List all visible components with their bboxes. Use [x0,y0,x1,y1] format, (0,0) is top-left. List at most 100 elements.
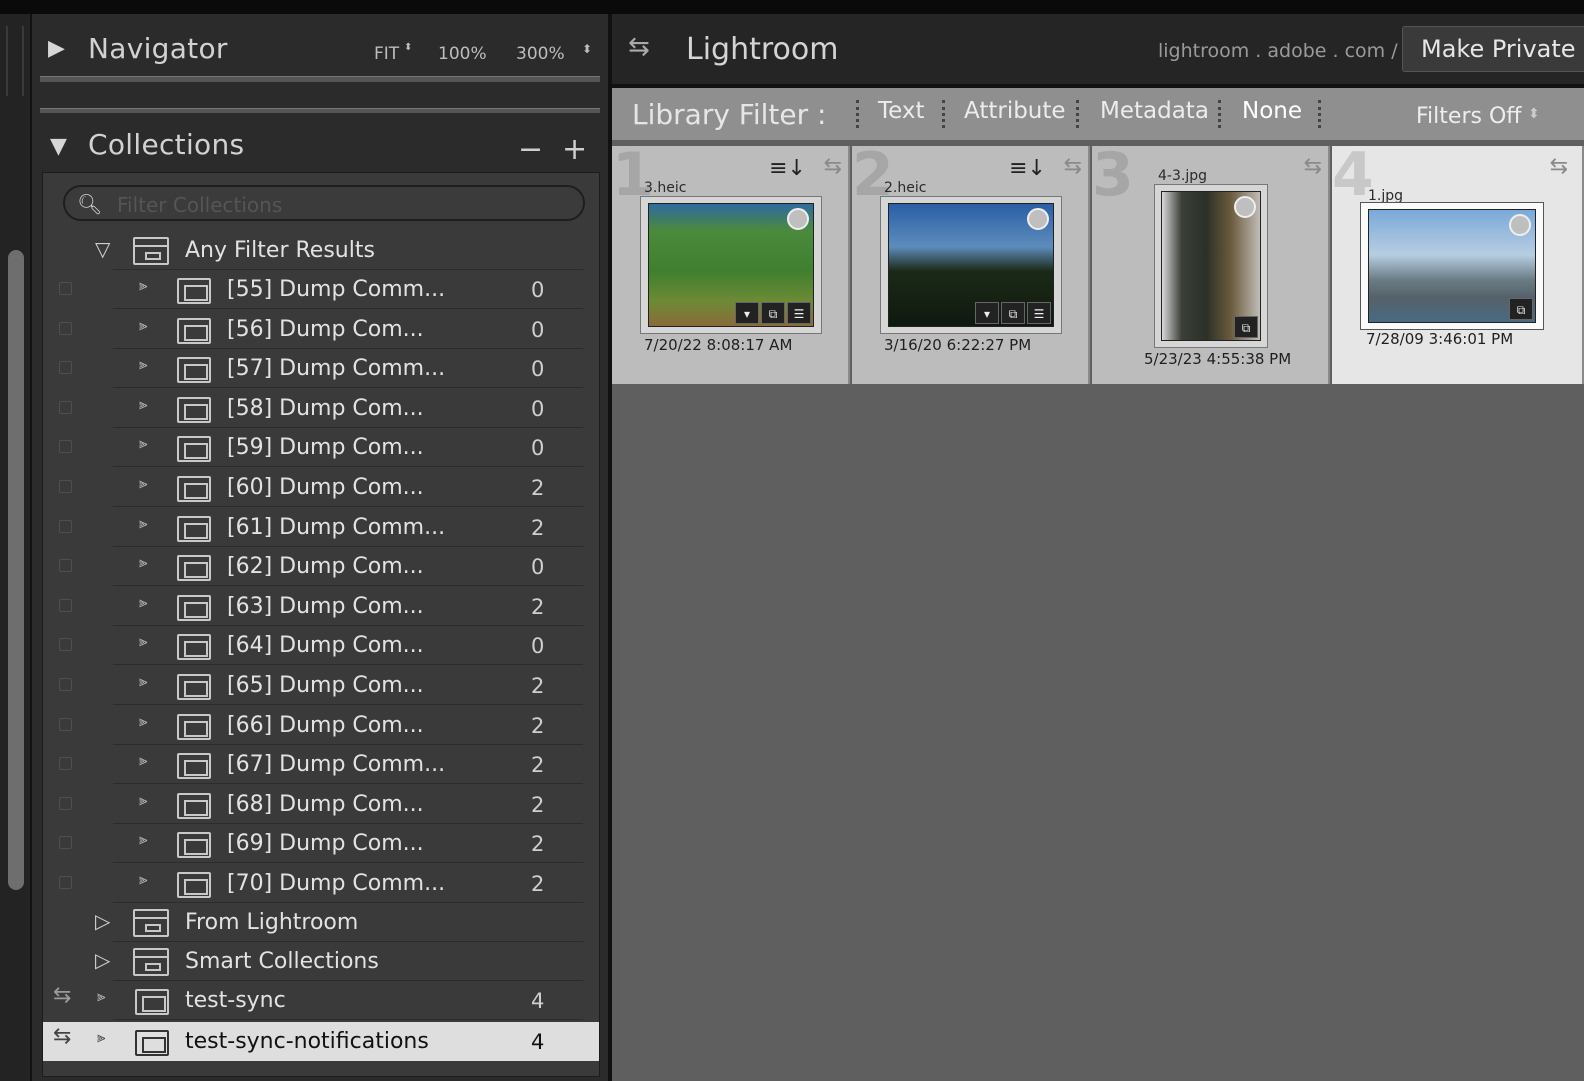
collection-row[interactable]: ⫸ [69] Dump Com... 2 [43,824,599,864]
target-checkbox[interactable] [59,638,72,652]
collection-icon [177,555,211,582]
web-url[interactable]: lightroom . adobe . com / [1158,40,1398,62]
photo-thumbnail[interactable]: ⧉ [1368,209,1536,323]
make-private-button[interactable]: Make Private [1402,26,1584,72]
target-checkbox[interactable] [59,598,72,612]
metadata-badge-icon[interactable]: ≡↓ [1009,156,1046,181]
collection-icon [177,872,211,898]
collection-row[interactable]: ⫸ [63] Dump Com... 2 [43,587,599,626]
collection-row[interactable]: ⫸ [66] Dump Com... 2 [43,706,599,745]
remove-collection-button[interactable]: − [518,132,543,167]
expand-triangle-icon[interactable]: ▷ [95,909,110,933]
collection-set-smart-collections[interactable]: ▷ Smart Collections [43,942,599,981]
collection-row[interactable]: ⫸ [58] Dump Com... 0 [43,389,599,428]
sync-arrow-icon: ⇆ [823,154,842,179]
collection-count: 2 [531,872,545,896]
target-checkbox[interactable] [59,559,72,573]
collection-label: [65] Dump Com... [227,673,424,698]
grid-cell[interactable]: 2 ≡↓ ⇆ 2.heic ▾ ⧉ ☰ 3/16/20 6:22:27 PM [852,140,1090,384]
target-checkbox[interactable] [59,717,72,731]
zoom-fit-stepper-icon[interactable]: ⬍ [404,42,412,53]
collection-row[interactable]: ⫸ [59] Dump Com... 0 [43,428,599,468]
target-checkbox[interactable] [59,757,72,771]
collection-test-sync[interactable]: ⇆ ⫸ test-sync 4 [43,981,599,1020]
target-checkbox[interactable] [59,400,72,414]
navigator-header[interactable]: ▶ Navigator FIT ⬍ 100% 300% ⬍ [32,20,608,82]
target-checkbox[interactable] [59,440,72,454]
target-checkbox[interactable] [59,519,72,533]
collection-test-sync-notifications[interactable]: ⇆ ⫸ test-sync-notifications 4 [43,1022,599,1061]
filter-none-tab[interactable]: None [1242,98,1302,124]
zoom-fit[interactable]: FIT [374,44,399,64]
photo-thumbnail[interactable]: ▾ ⧉ ☰ [648,203,814,327]
filter-text-tab[interactable]: Text [878,98,925,124]
collection-row[interactable]: ⫸ [64] Dump Com... 0 [43,626,599,666]
left-panel-scrollbar[interactable] [8,250,24,890]
collection-badge-icon: ⧉ [1001,302,1025,324]
zoom-100[interactable]: 100% [438,44,487,64]
target-checkbox[interactable] [59,796,72,810]
zoom-300[interactable]: 300% [516,44,565,64]
sync-arrow-icon: ⇆ [53,1024,72,1049]
selection-circle-icon[interactable] [787,208,809,230]
search-icon[interactable]: 🔍︎ [77,192,102,216]
collection-count: 2 [531,792,545,817]
target-checkbox[interactable] [59,678,72,691]
capture-date: 3/16/20 6:22:27 PM [884,336,1032,354]
target-checkbox[interactable] [59,876,72,889]
collapse-triangle-icon[interactable]: ▽ [95,237,110,261]
selection-circle-icon[interactable] [1027,208,1049,230]
collection-icon [177,634,211,661]
target-checkbox[interactable] [59,361,72,375]
filter-placeholder: Filter Collections [117,193,283,217]
collection-icon [177,317,211,344]
grid-cell[interactable]: 4 ⇆ 1.jpg ⧉ 7/28/09 3:46:01 PM [1332,140,1584,384]
collapse-triangle-icon[interactable]: ▼ [50,134,67,159]
collection-row[interactable]: ⫸ [70] Dump Comm... 2 [43,864,599,903]
collection-row[interactable]: ⫸ [61] Dump Comm... 2 [43,508,599,547]
file-name: 2.heic [884,180,927,196]
collection-label: [58] Dump Com... [227,395,424,421]
collection-icon [177,278,211,304]
collection-row[interactable]: ⫸ [60] Dump Com... 2 [43,468,599,507]
collection-row[interactable]: ⫸ [57] Dump Comm... 0 [43,349,599,389]
expand-triangle-icon[interactable]: ▶ [48,36,65,61]
selection-circle-icon[interactable] [1509,214,1531,236]
collection-row[interactable]: ⫸ [68] Dump Com... 2 [43,785,599,824]
filter-separator [1318,100,1321,128]
collection-row[interactable]: ⫸ [65] Dump Com... 2 [43,666,599,705]
target-checkbox[interactable] [59,480,72,493]
panel-grip[interactable] [6,26,24,96]
collection-icon [177,476,211,502]
grid-cell[interactable]: 1 ≡↓ ⇆ 3.heic ▾ ⧉ ☰ 7/20/22 8:08:17 AM [612,140,850,384]
collection-row[interactable]: ⫸ [62] Dump Com... 0 [43,547,599,587]
grid-cell[interactable]: 3 ⇆ 4-3.jpg ⧉ 5/23/23 4:55:38 PM [1092,140,1330,384]
sync-status-icon[interactable]: ⇆ [628,32,650,62]
filter-metadata-tab[interactable]: Metadata [1100,98,1209,124]
collection-target-icon: ⫸ [97,1028,106,1046]
photo-thumbnail[interactable]: ⧉ [1161,191,1261,341]
filters-off-select[interactable]: Filters Off [1416,104,1521,129]
filters-off-stepper-icon[interactable]: ⬍ [1528,106,1540,122]
collection-label: test-sync-notifications [185,1029,429,1054]
photo-thumbnail[interactable]: ▾ ⧉ ☰ [888,203,1054,327]
collection-set-from-lightroom[interactable]: ▷ From Lightroom [43,903,599,942]
thumbnail-frame: ⧉ [1154,184,1268,348]
filter-attribute-tab[interactable]: Attribute [964,98,1066,124]
collection-set-any-filter[interactable]: ▽ Any Filter Results [43,231,599,270]
add-collection-button[interactable]: + [562,132,587,167]
selection-circle-icon[interactable] [1234,196,1256,218]
target-checkbox[interactable] [59,282,72,295]
zoom-stepper-icon[interactable]: ⬍ [582,42,592,56]
collection-set-label: Smart Collections [185,949,379,974]
target-checkbox[interactable] [59,321,72,335]
collection-label: [61] Dump Comm... [227,514,446,540]
collection-count: 0 [531,436,545,461]
collection-row[interactable]: ⫸ [55] Dump Comm... 0 [43,270,599,309]
collection-row[interactable]: ⫸ [56] Dump Com... 0 [43,310,599,349]
metadata-badge-icon[interactable]: ≡↓ [769,156,806,181]
collection-row[interactable]: ⫸ [67] Dump Comm... 2 [43,745,599,785]
expand-triangle-icon[interactable]: ▷ [95,948,110,972]
filter-collections-input[interactable]: 🔍︎ Filter Collections [63,185,585,221]
target-checkbox[interactable] [59,836,72,850]
